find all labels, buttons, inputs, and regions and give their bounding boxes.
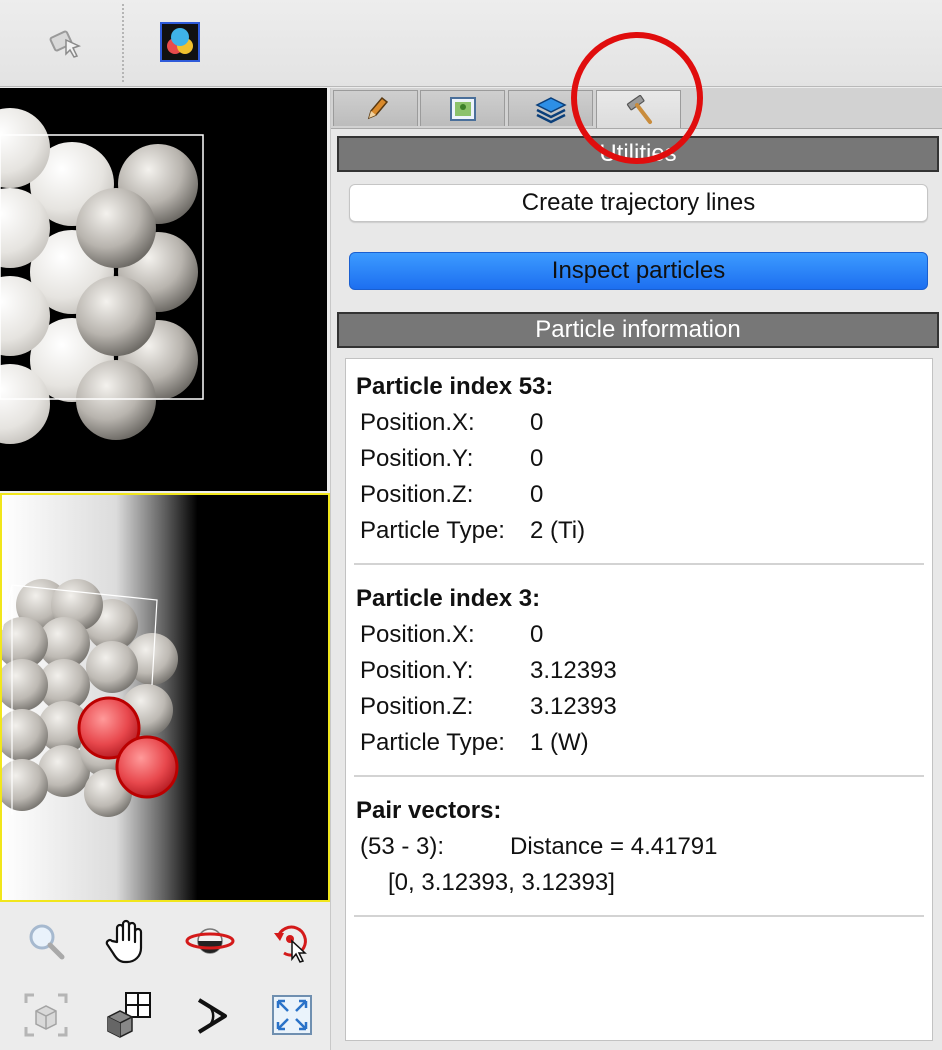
property-row: Position.Z: 3.12393 [360,693,617,720]
toolbar-separator [122,4,124,82]
divider [354,563,924,565]
pair-vectors-block: Pair vectors: (53 - 3): Distance = 4.4179… [356,793,717,901]
viewport-perspective[interactable] [0,493,330,902]
particle-block-3: Particle index 3: Position.X: 0 Position.… [356,581,617,761]
property-row: Particle Type: 1 (W) [360,729,589,756]
command-panel: Utilities Create trajectory lines Inspec… [330,88,942,1050]
pair-distance-line: (53 - 3): Distance = 4.41791 [360,833,718,860]
viewport-toolbar [0,905,330,1050]
property-row: Position.X: 0 [360,409,544,436]
maximize-viewport-icon[interactable] [264,987,320,1043]
main-toolbar [0,0,942,87]
particle-scene-top [0,88,327,491]
particle-title: Particle index 53: [356,373,554,400]
render-image-icon [449,96,476,121]
particle-scene-perspective [2,495,328,900]
create-trajectory-button[interactable]: Create trajectory lines [349,184,928,222]
property-row: Position.Y: 3.12393 [360,657,617,684]
fov-icon[interactable] [182,987,238,1043]
property-row: Position.X: 0 [360,621,544,648]
divider [354,775,924,777]
zoom-icon[interactable] [18,913,74,969]
viewport-top[interactable] [0,88,327,491]
zoom-scene-extents-icon[interactable] [18,987,74,1043]
property-row: Position.Z: 0 [360,481,544,508]
zoom-all-viewports-icon[interactable] [100,987,156,1043]
selection-mode-icon[interactable] [44,20,88,64]
particle-information-header: Particle information [337,312,939,348]
tab-modify[interactable] [333,90,418,126]
highlight-circle-annotation [571,32,703,164]
particle-info-box: Particle index 53: Position.X: 0 Position… [345,358,933,1041]
pencil-icon [367,96,388,119]
inspect-particles-button[interactable]: Inspect particles [349,252,928,290]
particle-block-53: Particle index 53: Position.X: 0 Position… [356,369,585,549]
property-row: Position.Y: 0 [360,445,544,472]
particle-title: Particle index 3: [356,585,541,612]
pair-vectors-title: Pair vectors: [356,797,502,824]
pair-vector-line: [0, 3.12393, 3.12393] [388,869,615,896]
layers-icon [534,96,567,123]
divider [354,915,924,917]
pick-orbit-center-icon[interactable] [264,913,320,969]
color-legend-icon[interactable] [160,22,200,62]
property-row: Particle Type: 2 (Ti) [360,517,586,544]
orbit-icon[interactable] [182,913,238,969]
tab-render[interactable] [420,90,505,126]
pan-hand-icon[interactable] [100,913,156,969]
